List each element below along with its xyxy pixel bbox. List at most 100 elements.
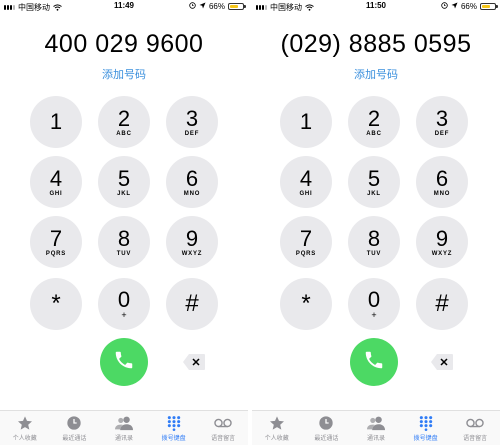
battery-percent: 66% [460,2,477,11]
backspace-icon [430,354,454,375]
key-letters: ABC [366,130,382,137]
key-letters: GHI [49,190,63,197]
key-3[interactable]: 3 DEF [416,96,468,148]
voicemail-icon [466,414,484,432]
key-letters: GHI [299,190,313,197]
key-5[interactable]: 5 JKL [348,156,400,208]
key-7[interactable]: 7 PQRS [280,216,332,268]
key-letters: PQRS [45,250,67,257]
key-letters: WXYZ [181,250,203,257]
tab-label: 通讯录 [366,436,385,442]
key-digit: 5 [367,165,381,191]
key-digit: * [51,290,61,317]
add-number-link[interactable]: 添加号码 [252,66,500,82]
tab-star[interactable]: 个人收藏 [252,411,302,445]
tab-label: 语音留言 [211,436,236,442]
phone-icon [363,349,385,376]
tab-voicemail[interactable]: 语音留言 [450,411,500,445]
tab-star[interactable]: 个人收藏 [0,411,50,445]
status-bar: 中国移动 11:50 66% [252,0,500,14]
key-hash[interactable]: # [166,278,218,330]
battery-icon [228,3,246,10]
key-8[interactable]: 8 TUV [98,216,150,268]
battery-icon [480,3,498,10]
key-digit: 8 [367,225,381,251]
alarm-icon [189,2,196,11]
status-bar: 中国移动 11:49 66% [0,0,248,14]
key-digit: 7 [49,225,63,251]
key-hash[interactable]: # [416,278,468,330]
key-letters: DEF [434,130,450,137]
key-letters: TUV [116,250,132,257]
voicemail-icon [214,414,232,432]
key-digit: 6 [185,165,199,191]
key-digit: 9 [435,225,449,251]
phone-screen-right: 中国移动 11:50 66% (029) 8885 0595 添加号码 个人收藏… [252,0,500,445]
backspace-icon [182,354,206,375]
call-button[interactable] [350,338,398,386]
key-1[interactable]: 1 [30,96,82,148]
call-button[interactable] [100,338,148,386]
key-digit: 0 [117,287,131,312]
tab-contacts[interactable]: 通讯录 [99,411,149,445]
tab-label: 拨号键盘 [413,436,438,442]
key-letters: PQRS [295,250,317,257]
key-digit: 3 [185,105,199,131]
tab-clock[interactable]: 最近通话 [50,411,100,445]
key-3[interactable]: 3 DEF [166,96,218,148]
tab-voicemail[interactable]: 语音留言 [198,411,248,445]
key-letters: JKL [117,190,131,197]
key-digit: 0 [367,287,381,312]
key-0[interactable]: 0 + [348,278,400,330]
key-9[interactable]: 9 WXYZ [416,216,468,268]
key-8[interactable]: 8 TUV [348,216,400,268]
key-digit: 9 [185,225,199,251]
key-2[interactable]: 2 ABC [348,96,400,148]
phone-screen-left: 中国移动 11:49 66% 400 029 9600 添加号码 个人收藏 最近… [0,0,248,445]
key-letters: TUV [366,250,382,257]
key-0[interactable]: 0 + [98,278,150,330]
key-star[interactable]: * [30,278,82,330]
contacts-icon [366,414,385,432]
location-icon [199,2,206,11]
tab-label: 通讯录 [114,436,133,442]
battery-fill [230,5,238,8]
key-letters: ABC [116,130,132,137]
key-1[interactable]: 1 [280,96,332,148]
tab-label: 语音留言 [463,436,488,442]
status-right: 66% [189,2,246,11]
tab-clock[interactable]: 最近通话 [302,411,352,445]
clock-icon [65,414,83,432]
tab-bar: 个人收藏 最近通话 通讯录 拨号键盘 语音留言 [0,410,248,445]
key-star[interactable]: * [280,278,332,330]
key-digit: 4 [299,165,313,191]
tab-contacts[interactable]: 通讯录 [351,411,401,445]
star-icon [268,414,286,432]
key-4[interactable]: 4 GHI [280,156,332,208]
key-2[interactable]: 2 ABC [98,96,150,148]
key-letters: + [371,310,377,320]
tab-keypad[interactable]: 拨号键盘 [401,411,451,445]
tab-label: 最近通话 [314,436,339,442]
key-digit: 2 [117,105,131,131]
keypad-icon [165,414,183,432]
key-digit: 7 [299,225,313,251]
key-digit: 5 [117,165,131,191]
contacts-icon [114,414,133,432]
clock-icon [317,414,335,432]
location-icon [451,2,458,11]
key-6[interactable]: 6 MNO [416,156,468,208]
tab-keypad[interactable]: 拨号键盘 [149,411,199,445]
key-digit: 2 [367,105,381,131]
key-digit: 1 [299,109,313,134]
key-6[interactable]: 6 MNO [166,156,218,208]
key-letters: MNO [183,190,201,197]
delete-button[interactable] [430,353,454,371]
delete-button[interactable] [182,353,206,371]
key-4[interactable]: 4 GHI [30,156,82,208]
key-7[interactable]: 7 PQRS [30,216,82,268]
key-9[interactable]: 9 WXYZ [166,216,218,268]
key-5[interactable]: 5 JKL [98,156,150,208]
add-number-link[interactable]: 添加号码 [0,66,248,82]
screenshot-stage: 中国移动 11:49 66% 400 029 9600 添加号码 个人收藏 最近… [0,0,500,445]
